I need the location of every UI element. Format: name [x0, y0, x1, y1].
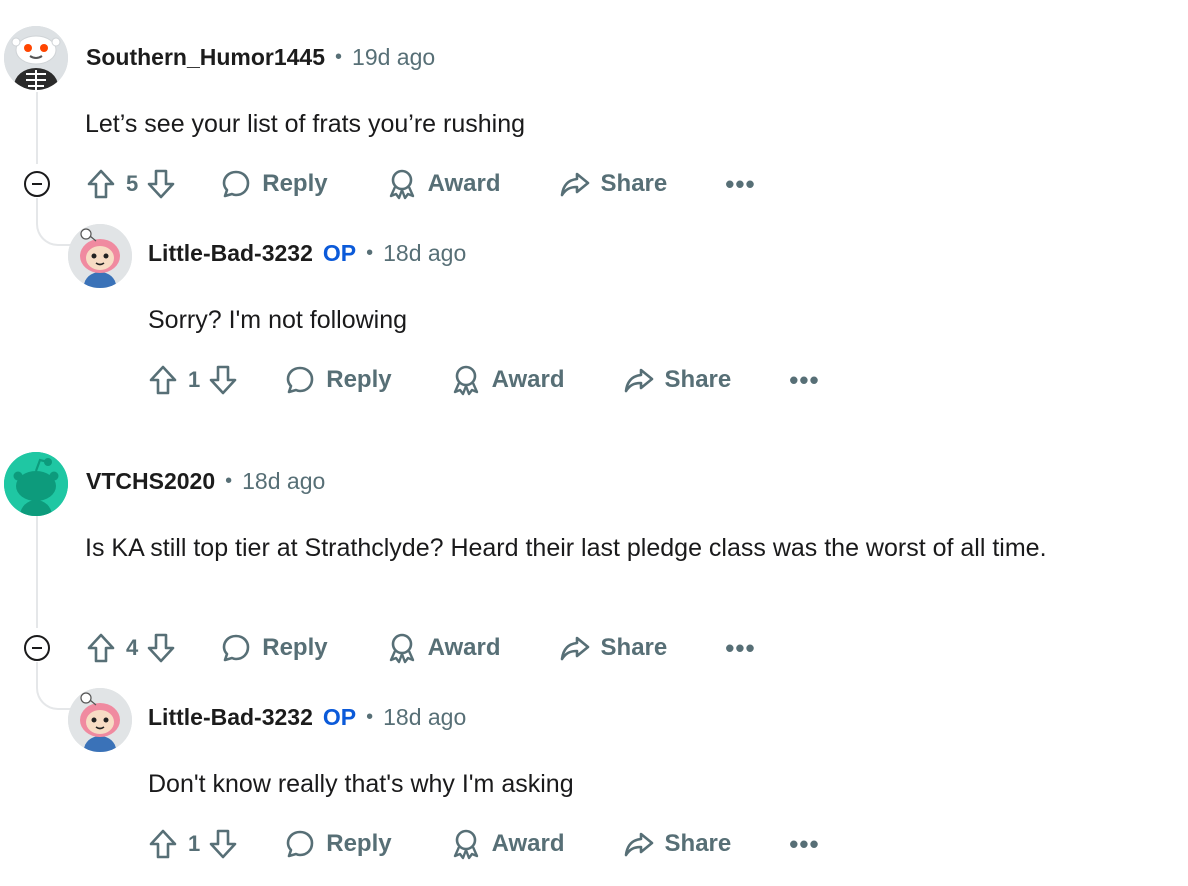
- collapse-thread-button[interactable]: [24, 635, 50, 661]
- thread-line[interactable]: [36, 516, 38, 628]
- award-button[interactable]: Award: [450, 364, 565, 396]
- vote-controls: 1: [148, 828, 238, 860]
- vote-controls: 4: [86, 632, 176, 664]
- avatar[interactable]: [4, 452, 68, 516]
- avatar[interactable]: [68, 688, 132, 752]
- share-label: Share: [664, 830, 732, 857]
- award-icon: [453, 829, 478, 860]
- reply-button[interactable]: Reply: [284, 364, 392, 396]
- more-options-button[interactable]: •••: [789, 365, 819, 396]
- avatar[interactable]: [4, 26, 68, 90]
- comment-meta: Little-Bad-3232 OP • 18d ago: [148, 240, 466, 267]
- reply-connector: [36, 222, 72, 246]
- upvote-icon[interactable]: [148, 364, 178, 396]
- reply-label: Reply: [262, 634, 328, 661]
- award-label: Award: [427, 634, 501, 661]
- timestamp[interactable]: 19d ago: [352, 44, 435, 71]
- separator-dot: •: [366, 706, 374, 728]
- comment-actions: 5 Reply Award Share •••: [86, 164, 756, 204]
- reply-connector: [36, 686, 72, 710]
- username[interactable]: VTCHS2020: [86, 468, 215, 495]
- snoo-avatar-icon: [68, 688, 132, 752]
- thread-line: [36, 662, 38, 686]
- comment-body: Let’s see your list of frats you’re rush…: [85, 110, 526, 138]
- award-button[interactable]: Award: [450, 828, 565, 860]
- separator-dot: •: [335, 46, 343, 68]
- vote-count: 5: [126, 171, 139, 196]
- reply-label: Reply: [326, 366, 392, 393]
- snoo-avatar-icon: [68, 224, 132, 288]
- award-label: Award: [427, 170, 501, 197]
- share-label: Share: [600, 634, 668, 661]
- upvote-icon[interactable]: [86, 632, 116, 664]
- username[interactable]: Little-Bad-3232: [148, 704, 313, 731]
- collapse-thread-button[interactable]: [24, 171, 50, 197]
- vote-controls: 5: [86, 168, 176, 200]
- separator-dot: •: [366, 242, 374, 264]
- timestamp[interactable]: 18d ago: [383, 704, 466, 731]
- downvote-icon[interactable]: [146, 168, 176, 200]
- reply-label: Reply: [262, 170, 328, 197]
- award-icon: [389, 169, 414, 200]
- timestamp[interactable]: 18d ago: [383, 240, 466, 267]
- award-button[interactable]: Award: [386, 632, 501, 664]
- comment-body: Is KA still top tier at Strathclyde? Hea…: [85, 534, 1047, 562]
- skeleton-avatar-icon: [4, 26, 68, 90]
- vote-controls: 1: [148, 364, 238, 396]
- comment-actions: 1 Reply Award Share •••: [148, 360, 820, 400]
- vote-count: 1: [188, 367, 201, 392]
- op-badge: OP: [322, 240, 357, 266]
- share-button[interactable]: Share: [559, 632, 668, 664]
- more-options-button[interactable]: •••: [725, 169, 755, 200]
- share-button[interactable]: Share: [559, 168, 668, 200]
- share-label: Share: [600, 170, 668, 197]
- share-icon: [560, 172, 589, 197]
- award-label: Award: [491, 830, 565, 857]
- share-icon: [624, 368, 653, 393]
- share-button[interactable]: Share: [623, 828, 732, 860]
- vote-count: 1: [188, 831, 201, 856]
- award-button[interactable]: Award: [386, 168, 501, 200]
- share-icon: [560, 636, 589, 661]
- award-label: Award: [491, 366, 565, 393]
- award-icon: [453, 365, 478, 396]
- comment-body: Sorry? I'm not following: [148, 306, 408, 334]
- comment-meta: VTCHS2020 • 18d ago: [86, 468, 325, 495]
- comment-actions: 1 Reply Award Share •••: [148, 824, 820, 864]
- comment-bubble-icon: [286, 830, 314, 858]
- reply-button[interactable]: Reply: [220, 168, 328, 200]
- downvote-icon[interactable]: [208, 828, 238, 860]
- more-options-button[interactable]: •••: [725, 633, 755, 664]
- thread-line: [36, 198, 38, 222]
- downvote-icon[interactable]: [208, 364, 238, 396]
- comment-meta: Southern_Humor1445 • 19d ago: [86, 44, 435, 71]
- more-options-button[interactable]: •••: [789, 829, 819, 860]
- share-icon: [624, 832, 653, 857]
- reply-button[interactable]: Reply: [284, 828, 392, 860]
- username[interactable]: Little-Bad-3232: [148, 240, 313, 267]
- award-icon: [389, 633, 414, 664]
- avatar[interactable]: [68, 224, 132, 288]
- reply-label: Reply: [326, 830, 392, 857]
- comment-body: Don't know really that's why I'm asking: [148, 770, 574, 798]
- comment-bubble-icon: [222, 170, 250, 198]
- vote-count: 4: [126, 635, 139, 660]
- timestamp[interactable]: 18d ago: [242, 468, 325, 495]
- username[interactable]: Southern_Humor1445: [86, 44, 325, 71]
- comment-bubble-icon: [286, 366, 314, 394]
- downvote-icon[interactable]: [146, 632, 176, 664]
- separator-dot: •: [225, 470, 233, 492]
- share-button[interactable]: Share: [623, 364, 732, 396]
- op-badge: OP: [322, 704, 357, 730]
- share-label: Share: [664, 366, 732, 393]
- comment-actions: 4 Reply Award Share •••: [86, 628, 756, 668]
- comment-bubble-icon: [222, 634, 250, 662]
- reply-button[interactable]: Reply: [220, 632, 328, 664]
- upvote-icon[interactable]: [86, 168, 116, 200]
- upvote-icon[interactable]: [148, 828, 178, 860]
- default-snoo-avatar-icon: [4, 452, 68, 516]
- comment-meta: Little-Bad-3232 OP • 18d ago: [148, 704, 466, 731]
- thread-line[interactable]: [36, 92, 38, 164]
